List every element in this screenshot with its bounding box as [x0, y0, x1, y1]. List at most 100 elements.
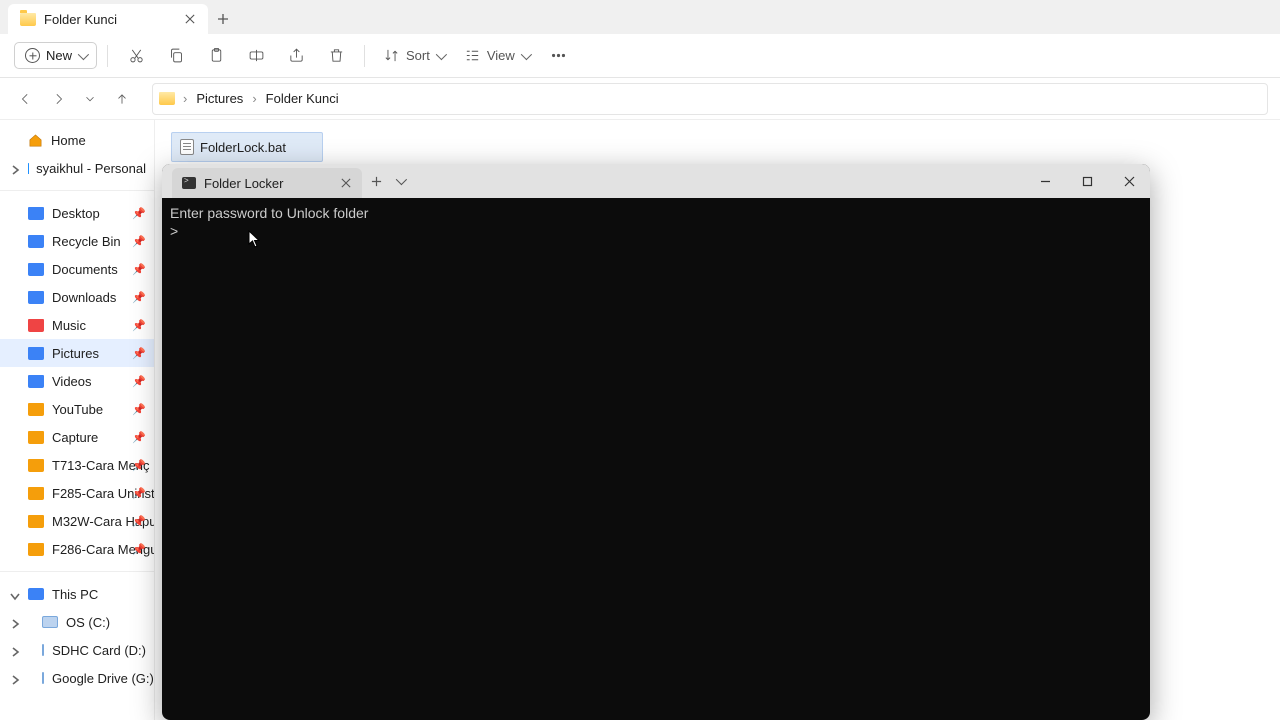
copy-button[interactable]	[158, 40, 194, 72]
separator	[107, 45, 108, 67]
terminal-body[interactable]: Enter password to Unlock folder >	[162, 198, 1150, 720]
separator	[364, 45, 365, 67]
view-button[interactable]: View	[456, 40, 537, 72]
explorer-toolbar: New Sort View	[0, 34, 1280, 78]
sidebar-item-desktop[interactable]: Desktop📌	[0, 199, 154, 227]
sidebar-item-capture[interactable]: Capture📌	[0, 423, 154, 451]
sidebar-item-f286-cara-mengun[interactable]: F286-Cara Mengun📌	[0, 535, 154, 563]
folder-icon	[28, 207, 44, 220]
chevron-right-icon: ›	[252, 91, 256, 106]
recent-button[interactable]	[76, 85, 104, 113]
sidebar-drive[interactable]: SDHC Card (D:)	[0, 636, 154, 664]
maximize-button[interactable]	[1066, 166, 1108, 196]
folder-icon	[28, 459, 44, 472]
new-tab-button[interactable]	[208, 4, 238, 34]
chevron-down-icon	[436, 48, 447, 59]
expand-icon[interactable]	[10, 163, 20, 173]
breadcrumb-folderkunci[interactable]: Folder Kunci	[261, 88, 344, 109]
sort-button[interactable]: Sort	[375, 40, 452, 72]
sidebar-thispc[interactable]: This PC	[0, 580, 154, 608]
terminal-tab-menu[interactable]	[390, 167, 410, 195]
file-name: FolderLock.bat	[200, 140, 286, 155]
terminal-tab-title: Folder Locker	[204, 176, 283, 191]
plus-circle-icon	[25, 48, 40, 63]
new-button[interactable]: New	[14, 42, 97, 69]
folder-icon	[28, 235, 44, 248]
new-button-label: New	[46, 48, 72, 63]
pin-icon: 📌	[132, 431, 146, 444]
share-button[interactable]	[278, 40, 314, 72]
sidebar-item-recycle-bin[interactable]: Recycle Bin📌	[0, 227, 154, 255]
sidebar-label: SDHC Card (D:)	[52, 643, 146, 658]
file-folderlock-bat[interactable]: FolderLock.bat	[171, 132, 323, 162]
expand-icon[interactable]	[10, 617, 20, 627]
expand-icon[interactable]	[10, 673, 20, 683]
sidebar-item-documents[interactable]: Documents📌	[0, 255, 154, 283]
sidebar-label: syaikhul - Personal	[36, 161, 146, 176]
terminal-window[interactable]: Folder Locker Enter password to Unlock f…	[162, 164, 1150, 720]
cut-button[interactable]	[118, 40, 154, 72]
terminal-new-tab[interactable]	[362, 167, 390, 195]
address-bar[interactable]: › Pictures › Folder Kunci	[152, 83, 1268, 115]
sidebar-label: YouTube	[52, 402, 103, 417]
pin-icon: 📌	[132, 543, 146, 556]
sidebar-item-youtube[interactable]: YouTube 📌	[0, 395, 154, 423]
close-tab-button[interactable]	[182, 11, 198, 27]
close-button[interactable]	[1108, 166, 1150, 196]
terminal-prompt: >	[170, 222, 1142, 240]
folder-icon	[28, 347, 44, 360]
back-button[interactable]	[12, 85, 40, 113]
pin-icon: 📌	[132, 207, 146, 220]
paste-button[interactable]	[198, 40, 234, 72]
forward-button[interactable]	[44, 85, 72, 113]
drive-icon	[42, 616, 58, 628]
sidebar-home[interactable]: Home	[0, 126, 154, 154]
sidebar-item-f285-cara-uninstall[interactable]: F285-Cara Uninstall📌	[0, 479, 154, 507]
terminal-tab-close[interactable]	[338, 175, 354, 191]
expand-icon[interactable]	[10, 645, 20, 655]
drive-icon	[42, 644, 44, 656]
collapse-icon[interactable]	[10, 589, 20, 599]
sidebar-label: OS (C:)	[66, 615, 110, 630]
pin-icon: 📌	[132, 403, 146, 416]
sidebar-item-music[interactable]: Music📌	[0, 311, 154, 339]
sidebar-item-t713-cara-men-[interactable]: T713-Cara Menç📌	[0, 451, 154, 479]
explorer-tab-active[interactable]: Folder Kunci	[8, 4, 208, 34]
more-button[interactable]	[541, 40, 577, 72]
folder-icon	[28, 263, 44, 276]
folder-icon	[28, 375, 44, 388]
sidebar-label: Pictures	[52, 346, 99, 361]
sidebar-drive[interactable]: OS (C:)	[0, 608, 154, 636]
explorer-navbar: › Pictures › Folder Kunci	[0, 78, 1280, 120]
sort-label: Sort	[406, 48, 430, 63]
separator	[0, 190, 154, 191]
sidebar-drive[interactable]: Google Drive (G:)	[0, 664, 154, 692]
up-button[interactable]	[108, 85, 136, 113]
pin-icon: 📌	[132, 459, 146, 472]
folder-icon	[28, 291, 44, 304]
terminal-tab[interactable]: Folder Locker	[172, 168, 362, 198]
folder-icon	[28, 319, 44, 332]
batch-file-icon	[180, 139, 194, 155]
folder-icon	[159, 92, 175, 105]
delete-button[interactable]	[318, 40, 354, 72]
breadcrumb-pictures[interactable]: Pictures	[191, 88, 248, 109]
sidebar-item-downloads[interactable]: Downloads📌	[0, 283, 154, 311]
sidebar-item-m32w-cara-hapus[interactable]: M32W-Cara Hapus📌	[0, 507, 154, 535]
folder-icon	[28, 403, 44, 416]
terminal-line: Enter password to Unlock folder	[170, 204, 1142, 222]
sidebar-item-pictures[interactable]: Pictures 📌	[0, 339, 154, 367]
drive-icon	[42, 672, 44, 684]
sidebar-item-videos[interactable]: Videos 📌	[0, 367, 154, 395]
rename-button[interactable]	[238, 40, 274, 72]
sidebar-label: Videos	[52, 374, 92, 389]
minimize-button[interactable]	[1024, 166, 1066, 196]
chevron-down-icon	[78, 48, 89, 59]
terminal-titlebar[interactable]: Folder Locker	[162, 164, 1150, 198]
folder-icon	[28, 543, 44, 556]
view-label: View	[487, 48, 515, 63]
pin-icon: 📌	[132, 347, 146, 360]
sidebar-personal[interactable]: syaikhul - Personal	[0, 154, 154, 182]
pin-icon: 📌	[132, 375, 146, 388]
tab-title: Folder Kunci	[44, 12, 117, 27]
